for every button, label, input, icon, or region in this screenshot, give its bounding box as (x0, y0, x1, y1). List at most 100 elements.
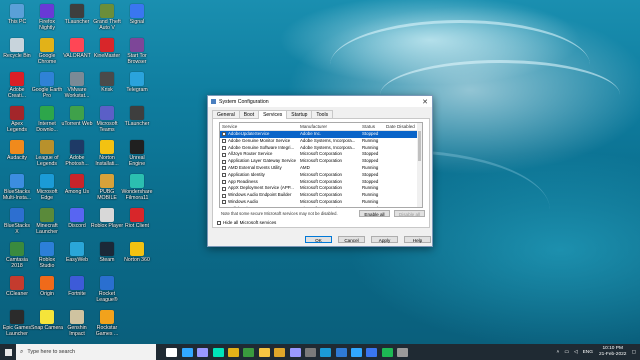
language-indicator[interactable]: ENG (583, 350, 593, 355)
volume-icon[interactable]: ◁ (574, 350, 578, 355)
start-button[interactable] (0, 344, 16, 360)
premiere-icon[interactable] (197, 347, 209, 357)
service-name: App Readiness (228, 178, 258, 184)
notifications-icon[interactable]: ▢ (631, 350, 636, 355)
shortcut-label: Google Chrome (37, 53, 57, 65)
mail-icon[interactable] (335, 347, 347, 357)
app-icon (40, 4, 54, 18)
network-icon[interactable]: ▭ (564, 350, 569, 355)
service-row[interactable]: AppX Deployment Service (APP... Microsoft… (220, 185, 422, 192)
app-icon (10, 38, 24, 52)
desktop-shortcut[interactable]: Snap Camera (31, 310, 63, 344)
service-row[interactable]: Adobe Genuine Monitor Service Adobe Syste… (220, 138, 422, 145)
dialog-title: System Configuration (219, 98, 269, 105)
edge-icon[interactable] (320, 347, 332, 357)
service-checkbox[interactable] (222, 166, 226, 171)
service-checkbox[interactable] (222, 132, 226, 137)
after-effects-icon[interactable] (289, 347, 301, 357)
app-icon (100, 242, 114, 256)
tab-boot[interactable]: Boot (238, 110, 260, 118)
shortcut-label: Recycle Bin (3, 53, 31, 59)
service-name: Windows Audio (228, 198, 259, 204)
column-status[interactable]: Status (360, 123, 384, 130)
shortcut-label: uTorrent Web (61, 121, 93, 127)
desktop-shortcut[interactable]: Norton 360 (122, 242, 152, 282)
spotify-icon[interactable] (381, 347, 393, 357)
help-button[interactable]: Help (404, 236, 431, 243)
service-cell: AMD External Events Utility (220, 165, 298, 172)
desktop-shortcut[interactable]: Rockstar Games ... (92, 310, 122, 344)
shortcut-label: Rocket League® (96, 291, 118, 303)
media-icon[interactable] (304, 347, 316, 357)
service-checkbox[interactable] (222, 152, 226, 157)
msconfig-icon (211, 99, 216, 104)
app-icon (70, 310, 84, 324)
file-explorer-icon[interactable] (258, 347, 270, 357)
service-checkbox[interactable] (222, 186, 226, 191)
audition-icon[interactable] (212, 347, 224, 357)
shortcut-label: Rockstar Games ... (95, 325, 119, 337)
close-icon[interactable]: ✕ (418, 98, 432, 106)
tab-general[interactable]: General (212, 110, 240, 118)
store-icon[interactable] (366, 347, 378, 357)
photoshop-icon[interactable] (181, 347, 193, 357)
shortcut-label: BlueStacks X (4, 223, 30, 235)
service-row[interactable]: Application Layer Gateway Service Microso… (220, 158, 422, 165)
shortcut-label: VALORANT (63, 53, 91, 59)
service-row[interactable]: AMD External Events Utility AMD Running (220, 165, 422, 172)
app-icon (100, 38, 114, 52)
column-manufacturer[interactable]: Manufacturer (298, 123, 360, 130)
service-checkbox[interactable] (222, 193, 226, 198)
service-date-disabled (384, 138, 416, 145)
service-row[interactable]: AdobeUpdateService Adobe Inc. Stopped (220, 131, 422, 138)
service-checkbox[interactable] (222, 207, 226, 208)
column-service[interactable]: Service (220, 123, 298, 130)
chevron-up-icon[interactable]: ˄ (557, 350, 560, 355)
app-icon (130, 242, 144, 256)
clock[interactable]: 10:10 PM 21-Feb-2022 (599, 346, 626, 358)
enable-all-button[interactable]: Enable all (359, 210, 390, 217)
service-checkbox[interactable] (222, 179, 226, 184)
tab-tools[interactable]: Tools (311, 110, 334, 118)
shortcut-label: Origin (40, 291, 54, 297)
folder-icon[interactable] (274, 347, 286, 357)
shortcut-label: Apex Legends (7, 121, 27, 133)
disable-all-button[interactable]: Disable all (394, 210, 425, 217)
service-row[interactable]: App Readiness Microsoft Corporation Stoppe… (220, 179, 422, 186)
service-checkbox[interactable] (222, 145, 226, 150)
service-row[interactable]: Adobe Genuine Software Integri... Adobe S… (220, 145, 422, 152)
shortcut-label: Google Earth Pro (31, 87, 63, 99)
photoshop-2-icon[interactable] (351, 347, 363, 357)
service-date-disabled (384, 199, 416, 206)
vertical-scrollbar[interactable] (417, 123, 422, 207)
service-row[interactable]: Cellular Time Microsoft CorporationStoppe… (220, 206, 422, 208)
column-date-disabled[interactable]: Date Disabled (384, 123, 416, 130)
cancel-button[interactable]: Cancel (338, 236, 365, 243)
service-row[interactable]: Application Identity Microsoft Corporatio… (220, 172, 422, 179)
service-checkbox[interactable] (222, 200, 226, 205)
chrome-icon[interactable] (227, 347, 239, 357)
taskbar-search[interactable]: ⌕ Type here to search (16, 344, 156, 360)
desktop-shortcut[interactable]: Epic Games Launcher (2, 310, 32, 344)
service-manufacturer: Microsoft Corporation (300, 151, 342, 157)
tab-startup[interactable]: Startup (286, 110, 313, 118)
service-row[interactable]: Windows Audio Endpoint Builder Microsoft … (220, 192, 422, 199)
scroll-thumb[interactable] (418, 131, 421, 161)
camtasia-icon[interactable] (243, 347, 255, 357)
app-icon (40, 72, 54, 86)
service-checkbox[interactable] (222, 139, 226, 144)
service-checkbox[interactable] (222, 159, 226, 164)
apply-button[interactable]: Apply (371, 236, 398, 243)
desktop-shortcut[interactable]: Genshin Impact (62, 310, 92, 344)
task-view-icon[interactable] (166, 347, 178, 357)
ok-button[interactable]: OK (305, 236, 332, 243)
service-row[interactable]: Windows Audio Microsoft Corporation Runnin… (220, 199, 422, 206)
settings-icon[interactable] (397, 347, 409, 357)
service-checkbox[interactable] (222, 173, 226, 178)
app-icon (40, 242, 54, 256)
hide-ms-checkbox[interactable] (217, 220, 221, 225)
title-bar[interactable]: System Configuration ✕ (208, 96, 432, 107)
hide-microsoft-services[interactable]: Hide all Microsoft services (217, 220, 276, 225)
tab-services[interactable]: Services (258, 110, 288, 119)
service-row[interactable]: AllJoyn Router Service Microsoft Corporat… (220, 151, 422, 158)
